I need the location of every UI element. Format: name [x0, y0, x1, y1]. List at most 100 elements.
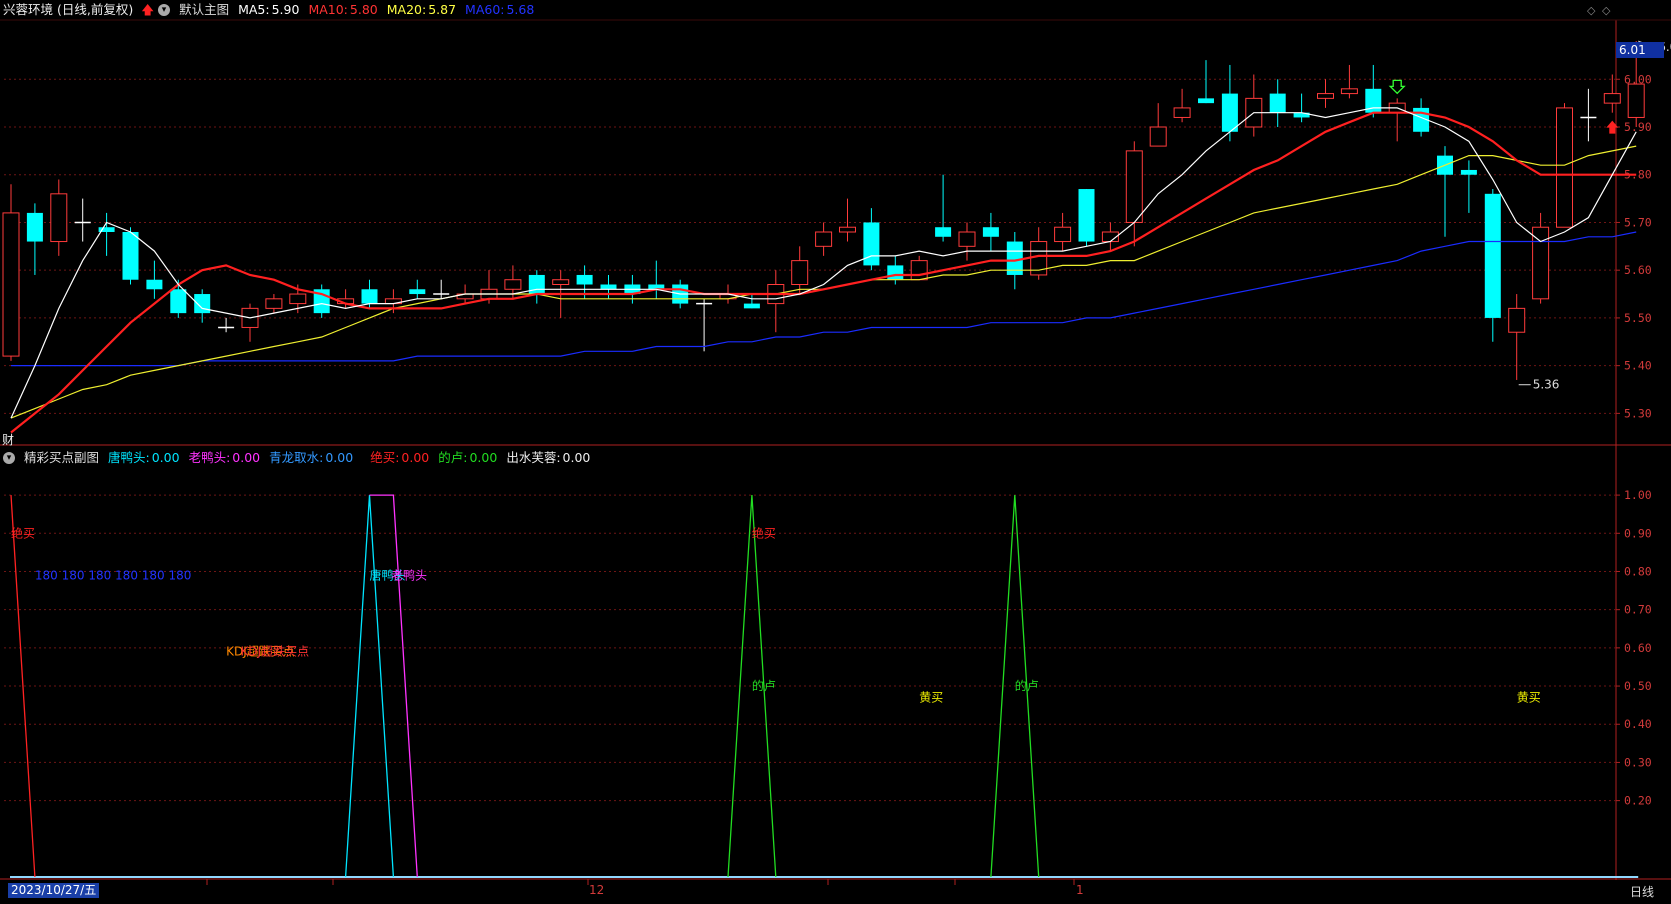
candle: [26, 203, 43, 275]
sub-panel-menu-icon[interactable]: ▾: [3, 452, 15, 464]
main-tick-label: 5.40: [1624, 359, 1652, 373]
candle-body: [1532, 226, 1550, 300]
main-tick-label: 5.50: [1624, 311, 1652, 325]
top-right-diamond-icon[interactable]: ◇: [1587, 4, 1595, 17]
candle: [74, 198, 91, 242]
candle: [433, 279, 450, 299]
candle: [313, 284, 330, 318]
sub-signal-label: 的卢: [1015, 678, 1039, 693]
low-price-label: 5.36: [1533, 378, 1560, 392]
sub-panel-name[interactable]: 精彩买点副图: [24, 448, 99, 468]
candle-body: [289, 293, 307, 305]
candle: [1030, 227, 1048, 280]
candle: [1173, 88, 1191, 123]
candle-body: [1627, 83, 1645, 118]
main-panel-name[interactable]: 默认主图: [179, 0, 229, 20]
indicator-qinglongqushui: 青龙取水: 0.00: [269, 450, 354, 465]
period-label[interactable]: 日线: [1630, 883, 1654, 900]
candle-body: [170, 289, 187, 314]
candle: [1340, 64, 1358, 99]
candle: [1484, 189, 1501, 342]
candle: [1317, 79, 1334, 108]
candle: [910, 255, 928, 281]
panel-menu-icon[interactable]: ▾: [158, 4, 171, 16]
sub-tick-label: 0.20: [1624, 794, 1652, 808]
top-right-expand-icon[interactable]: ◇: [1602, 4, 1610, 17]
candle-body: [1603, 93, 1621, 104]
candle-body: [576, 274, 593, 285]
candle: [1603, 74, 1621, 113]
main-tick-label: 5.60: [1624, 263, 1652, 277]
candle: [791, 246, 809, 295]
ma5-label: MA5: 5.90: [238, 2, 300, 17]
sub-tick-label: 0.70: [1624, 603, 1652, 617]
candle-body: [600, 284, 617, 290]
main-chart-header: 兴蓉环境 (日线,前复权) 🡅 ▾ 默认主图 MA5: 5.90 MA10: 5.8…: [0, 0, 543, 20]
candle: [1293, 93, 1310, 123]
candle-body: [1317, 93, 1334, 99]
indicator-chushuifurong: 出水芙蓉: 0.00: [506, 450, 591, 465]
candle: [1580, 88, 1597, 142]
corner-label: 财: [2, 433, 15, 447]
sub-signal-label: 180 180 180 180 180 180: [35, 568, 192, 582]
candle-body: [1221, 93, 1238, 132]
candle-body: [265, 298, 283, 309]
candle: [648, 260, 665, 299]
candle-body: [1460, 169, 1477, 175]
candle-body: [146, 279, 163, 290]
candle: [1078, 189, 1095, 247]
date-label[interactable]: 2023/10/27/五: [8, 883, 100, 898]
candle-body: [935, 227, 952, 237]
candle: [1054, 212, 1072, 252]
chart-stage: 6.00 5.90 5.80 5.70 5.60 5.50 5.40 5.30 1.00 0.90…: [0, 0, 1671, 900]
sub-signal-label: 黄买: [919, 691, 943, 705]
red-up-arrow-icon: 🡅: [141, 2, 155, 17]
indicator-dilu: 的卢: 0.00: [438, 450, 498, 465]
candle-body: [504, 279, 522, 290]
candle: [1437, 146, 1453, 237]
candle-body: [1125, 150, 1143, 223]
main-tick-label: 5.30: [1624, 406, 1652, 420]
sub-signal-label: 绝买: [11, 525, 35, 540]
candle-body: [1340, 88, 1358, 95]
ma10-line: [10, 111, 1637, 434]
indicator-juemai: 绝买: 0.00: [370, 450, 430, 465]
candle: [194, 289, 211, 323]
candle-body: [409, 289, 426, 295]
time-tick-1: 1: [1076, 883, 1084, 897]
candle: [1149, 103, 1167, 147]
stock-title[interactable]: 兴蓉环境 (日线,前复权): [3, 0, 133, 20]
right-price-badge: 6.01: [1616, 42, 1664, 58]
sub-tick-label: 0.80: [1624, 564, 1652, 578]
candle: [1269, 79, 1286, 127]
candle-body: [815, 231, 833, 247]
candle: [146, 260, 163, 299]
candle-body: [1078, 189, 1095, 242]
candle: [982, 212, 999, 252]
candle-body: [791, 260, 809, 285]
candle: [815, 222, 833, 256]
candle: [1221, 64, 1238, 142]
sub-tick-label: 0.90: [1624, 526, 1652, 540]
candle: [696, 298, 713, 352]
indicator-tangyatou: 唐鸭头: 0.00: [108, 450, 180, 465]
candle-body: [863, 222, 880, 266]
candle: [265, 294, 283, 314]
sub-chart-header: ▾ 精彩买点副图 唐鸭头: 0.00 老鸭头: 0.00 青龙取水: 0.00 绝买:…: [0, 448, 599, 468]
sub-tick-label: 1.00: [1624, 488, 1652, 502]
candle: [767, 270, 785, 333]
candle: [241, 303, 259, 342]
candle: [1245, 74, 1263, 137]
candle-body: [528, 274, 545, 295]
sub-signal-label: 黄买: [1517, 691, 1541, 705]
candle-body: [26, 212, 43, 242]
sub-tick-label: 0.60: [1624, 641, 1652, 655]
candle: [1125, 141, 1143, 247]
ma60-label: MA60: 5.68: [465, 2, 535, 17]
candle-body: [887, 265, 904, 280]
candle-body: [122, 232, 139, 280]
candle-body: [1508, 307, 1526, 333]
candle: [98, 212, 115, 256]
candle: [384, 289, 402, 314]
candle-body: [361, 289, 378, 304]
